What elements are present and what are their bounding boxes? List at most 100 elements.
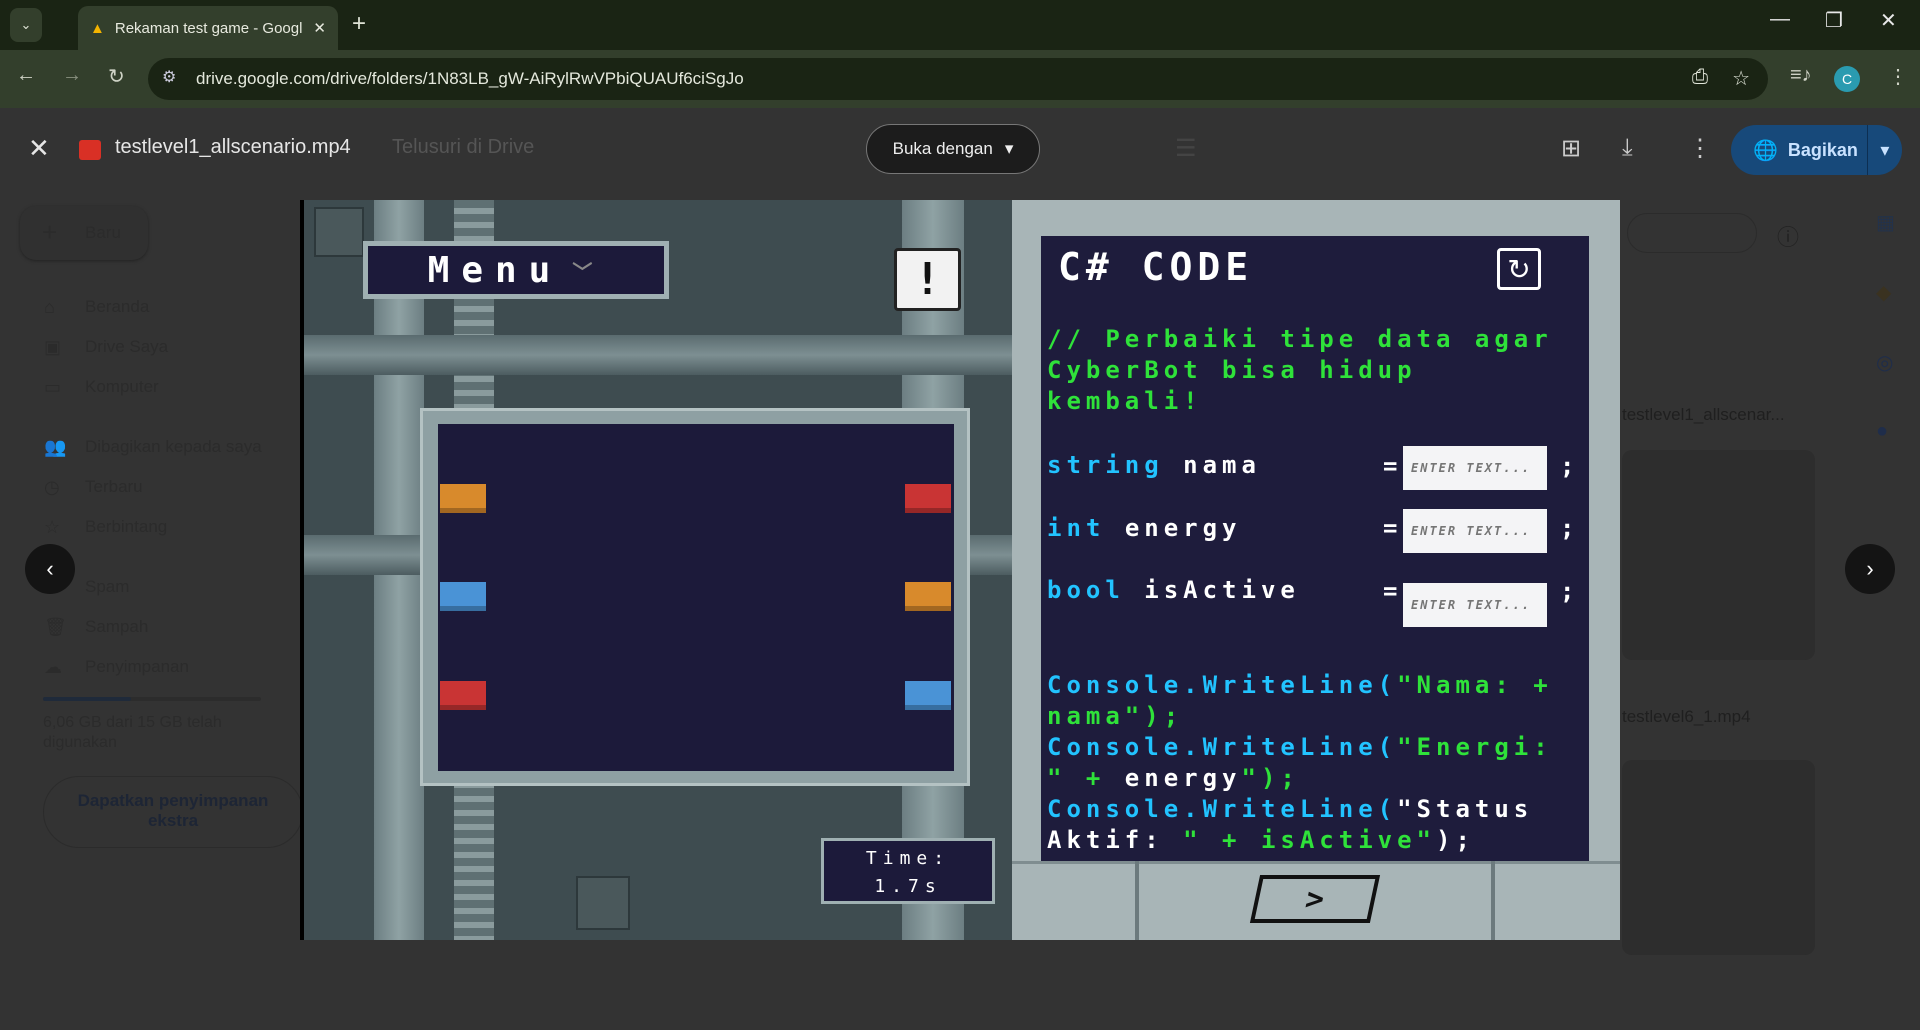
restore-button[interactable]: ❐ (1825, 8, 1843, 33)
sidebar-item-terbaru[interactable]: Terbaru (85, 477, 143, 497)
profile-avatar[interactable]: C (1834, 66, 1860, 92)
site-settings-icon[interactable]: ⚙ (162, 67, 176, 87)
drive-icon: ▣ (44, 337, 62, 357)
time-value: 1.7s (874, 876, 942, 897)
drive-search-input[interactable]: Telusuri di Drive (392, 136, 534, 159)
string-literal: "Nama: + (1397, 671, 1553, 699)
type-keyword: string (1047, 451, 1164, 479)
globe-icon: 🌐 (1753, 139, 1778, 162)
clock-icon: ◷ (44, 477, 60, 497)
variable-name: energy (1124, 514, 1242, 542)
open-with-button[interactable]: Buka dengan ▾ (866, 124, 1040, 174)
console-line: Aktif: " + isActive"); (1047, 825, 1475, 856)
close-window-button[interactable]: ✕ (1880, 8, 1897, 33)
sidebar-item-penyimpanan[interactable]: Penyimpanan (85, 657, 189, 677)
field-declaration: string nama (1047, 450, 1261, 481)
bookmark-star-icon[interactable]: ☆ (1732, 66, 1750, 91)
nama-value-input[interactable] (1403, 446, 1547, 490)
code-title: C# CODE (1058, 245, 1254, 289)
plus-icon: + (42, 217, 58, 247)
sidebar-item-komputer[interactable]: Komputer (85, 377, 159, 397)
semicolon: ; (1560, 577, 1575, 605)
contacts-icon[interactable]: ● (1876, 420, 1888, 443)
home-icon: ⌂ (44, 297, 55, 317)
game-screen (438, 424, 954, 771)
browser-tab[interactable]: ▲ Rekaman test game - Google D ✕ (78, 6, 338, 50)
next-file-button[interactable]: › (1845, 544, 1895, 594)
wall-panel (576, 876, 630, 930)
console-line: " + energy"); (1047, 763, 1300, 794)
browser-menu-icon[interactable]: ⋮ (1888, 64, 1908, 89)
timer: Time: 1.7s (821, 838, 995, 904)
previous-file-button[interactable]: ‹ (25, 544, 75, 594)
view-toggle[interactable] (1627, 213, 1757, 253)
close-viewer-icon[interactable]: ✕ (28, 133, 50, 164)
reload-icon[interactable]: ↻ (108, 64, 125, 89)
file-thumbnail[interactable] (1622, 760, 1815, 955)
variable-name: nama (1183, 451, 1261, 479)
sidebar-item-drive-saya[interactable]: Drive Saya (85, 337, 168, 357)
tasks-icon[interactable]: ◎ (1876, 350, 1893, 375)
energy-value-input[interactable] (1403, 509, 1547, 553)
punctuation: "); (1241, 764, 1300, 792)
cloud-icon: ☁ (44, 657, 62, 677)
expression: " + isActive" (1183, 826, 1436, 854)
new-tab-button[interactable]: + (352, 10, 366, 38)
calendar-icon[interactable]: ▦ (1876, 210, 1895, 235)
address-bar[interactable]: ⚙ drive.google.com/drive/folders/1N83LB_… (148, 58, 1768, 100)
isactive-value-input[interactable] (1403, 583, 1547, 627)
run-code-button[interactable]: > (1249, 875, 1381, 923)
code-comment-line: // Perbaiki tipe data agar (1047, 325, 1553, 353)
storage-bar (43, 697, 261, 701)
share-dropdown-icon[interactable]: ▾ (1866, 125, 1902, 175)
console-call: Console.WriteLine( (1047, 733, 1398, 761)
dropdown-arrow-icon: ▾ (1004, 139, 1014, 158)
more-actions-icon[interactable]: ⋮ (1688, 134, 1712, 163)
type-keyword: int (1047, 514, 1106, 542)
close-tab-icon[interactable]: ✕ (313, 19, 326, 37)
star-icon: ☆ (44, 517, 61, 537)
get-storage-button[interactable]: Dapatkan penyimpanan ekstra (43, 776, 303, 848)
field-declaration: bool isActive (1047, 575, 1300, 606)
pipe (304, 335, 1012, 375)
storage-text: 6,06 GB dari 15 GB telah digunakan (43, 714, 222, 751)
media-control-icon[interactable]: ≡♪ (1790, 64, 1812, 87)
menu-label: Menu (427, 249, 563, 291)
sidebar-item-dibagikan[interactable]: Dibagikan kepada saya (85, 437, 262, 457)
open-with-label: Buka dengan (892, 139, 993, 158)
download-icon[interactable]: ⤓ (1622, 134, 1633, 162)
add-comment-icon[interactable]: ⊞ (1561, 134, 1581, 163)
alert-button[interactable]: ! (894, 248, 961, 311)
console-call: Console.WriteLine( (1047, 795, 1398, 823)
keep-icon[interactable]: ◆ (1876, 280, 1891, 305)
file-card-title[interactable]: testlevel6_1.mp4 (1622, 707, 1751, 727)
share-label: Bagikan (1787, 139, 1858, 160)
share-button[interactable]: 🌐 Bagikan ▾ (1731, 125, 1902, 175)
file-thumbnail[interactable] (1622, 450, 1815, 660)
reset-code-icon[interactable]: ↻ (1497, 248, 1541, 290)
string-literal: " + (1047, 764, 1125, 792)
code-comment-line: CyberBot bisa hidup (1047, 356, 1417, 384)
forward-icon[interactable]: → (62, 64, 82, 87)
info-icon[interactable]: ⓘ (1777, 220, 1799, 252)
new-button[interactable]: + Baru (20, 206, 148, 260)
chevron-down-icon: ﹀ (572, 259, 605, 284)
console-line: Console.WriteLine("Status (1047, 794, 1533, 825)
sidebar-item-berbintang[interactable]: Berbintang (85, 517, 167, 537)
file-card-title[interactable]: testlevel1_allscenar... (1622, 405, 1785, 425)
sidebar-item-spam[interactable]: Spam (85, 577, 129, 597)
storage-bar-fill (43, 697, 132, 701)
time-label: Time: (865, 848, 951, 869)
blue-robot-left (440, 582, 486, 611)
console-line: Console.WriteLine("Energi: (1047, 732, 1553, 763)
semicolon: ; (1560, 452, 1575, 480)
back-icon[interactable]: ← (16, 64, 36, 87)
tab-search-button[interactable]: ⌄ (10, 8, 42, 42)
minimize-button[interactable]: — (1770, 8, 1790, 31)
red-robot-right (905, 484, 951, 513)
sidebar-item-sampah[interactable]: Sampah (85, 617, 148, 637)
install-app-icon[interactable]: ⎙ (1692, 66, 1708, 89)
game-menu-button[interactable]: Menu ﹀ (363, 241, 669, 299)
string-literal: Aktif: (1047, 826, 1184, 854)
sidebar-item-beranda[interactable]: Beranda (85, 297, 149, 317)
